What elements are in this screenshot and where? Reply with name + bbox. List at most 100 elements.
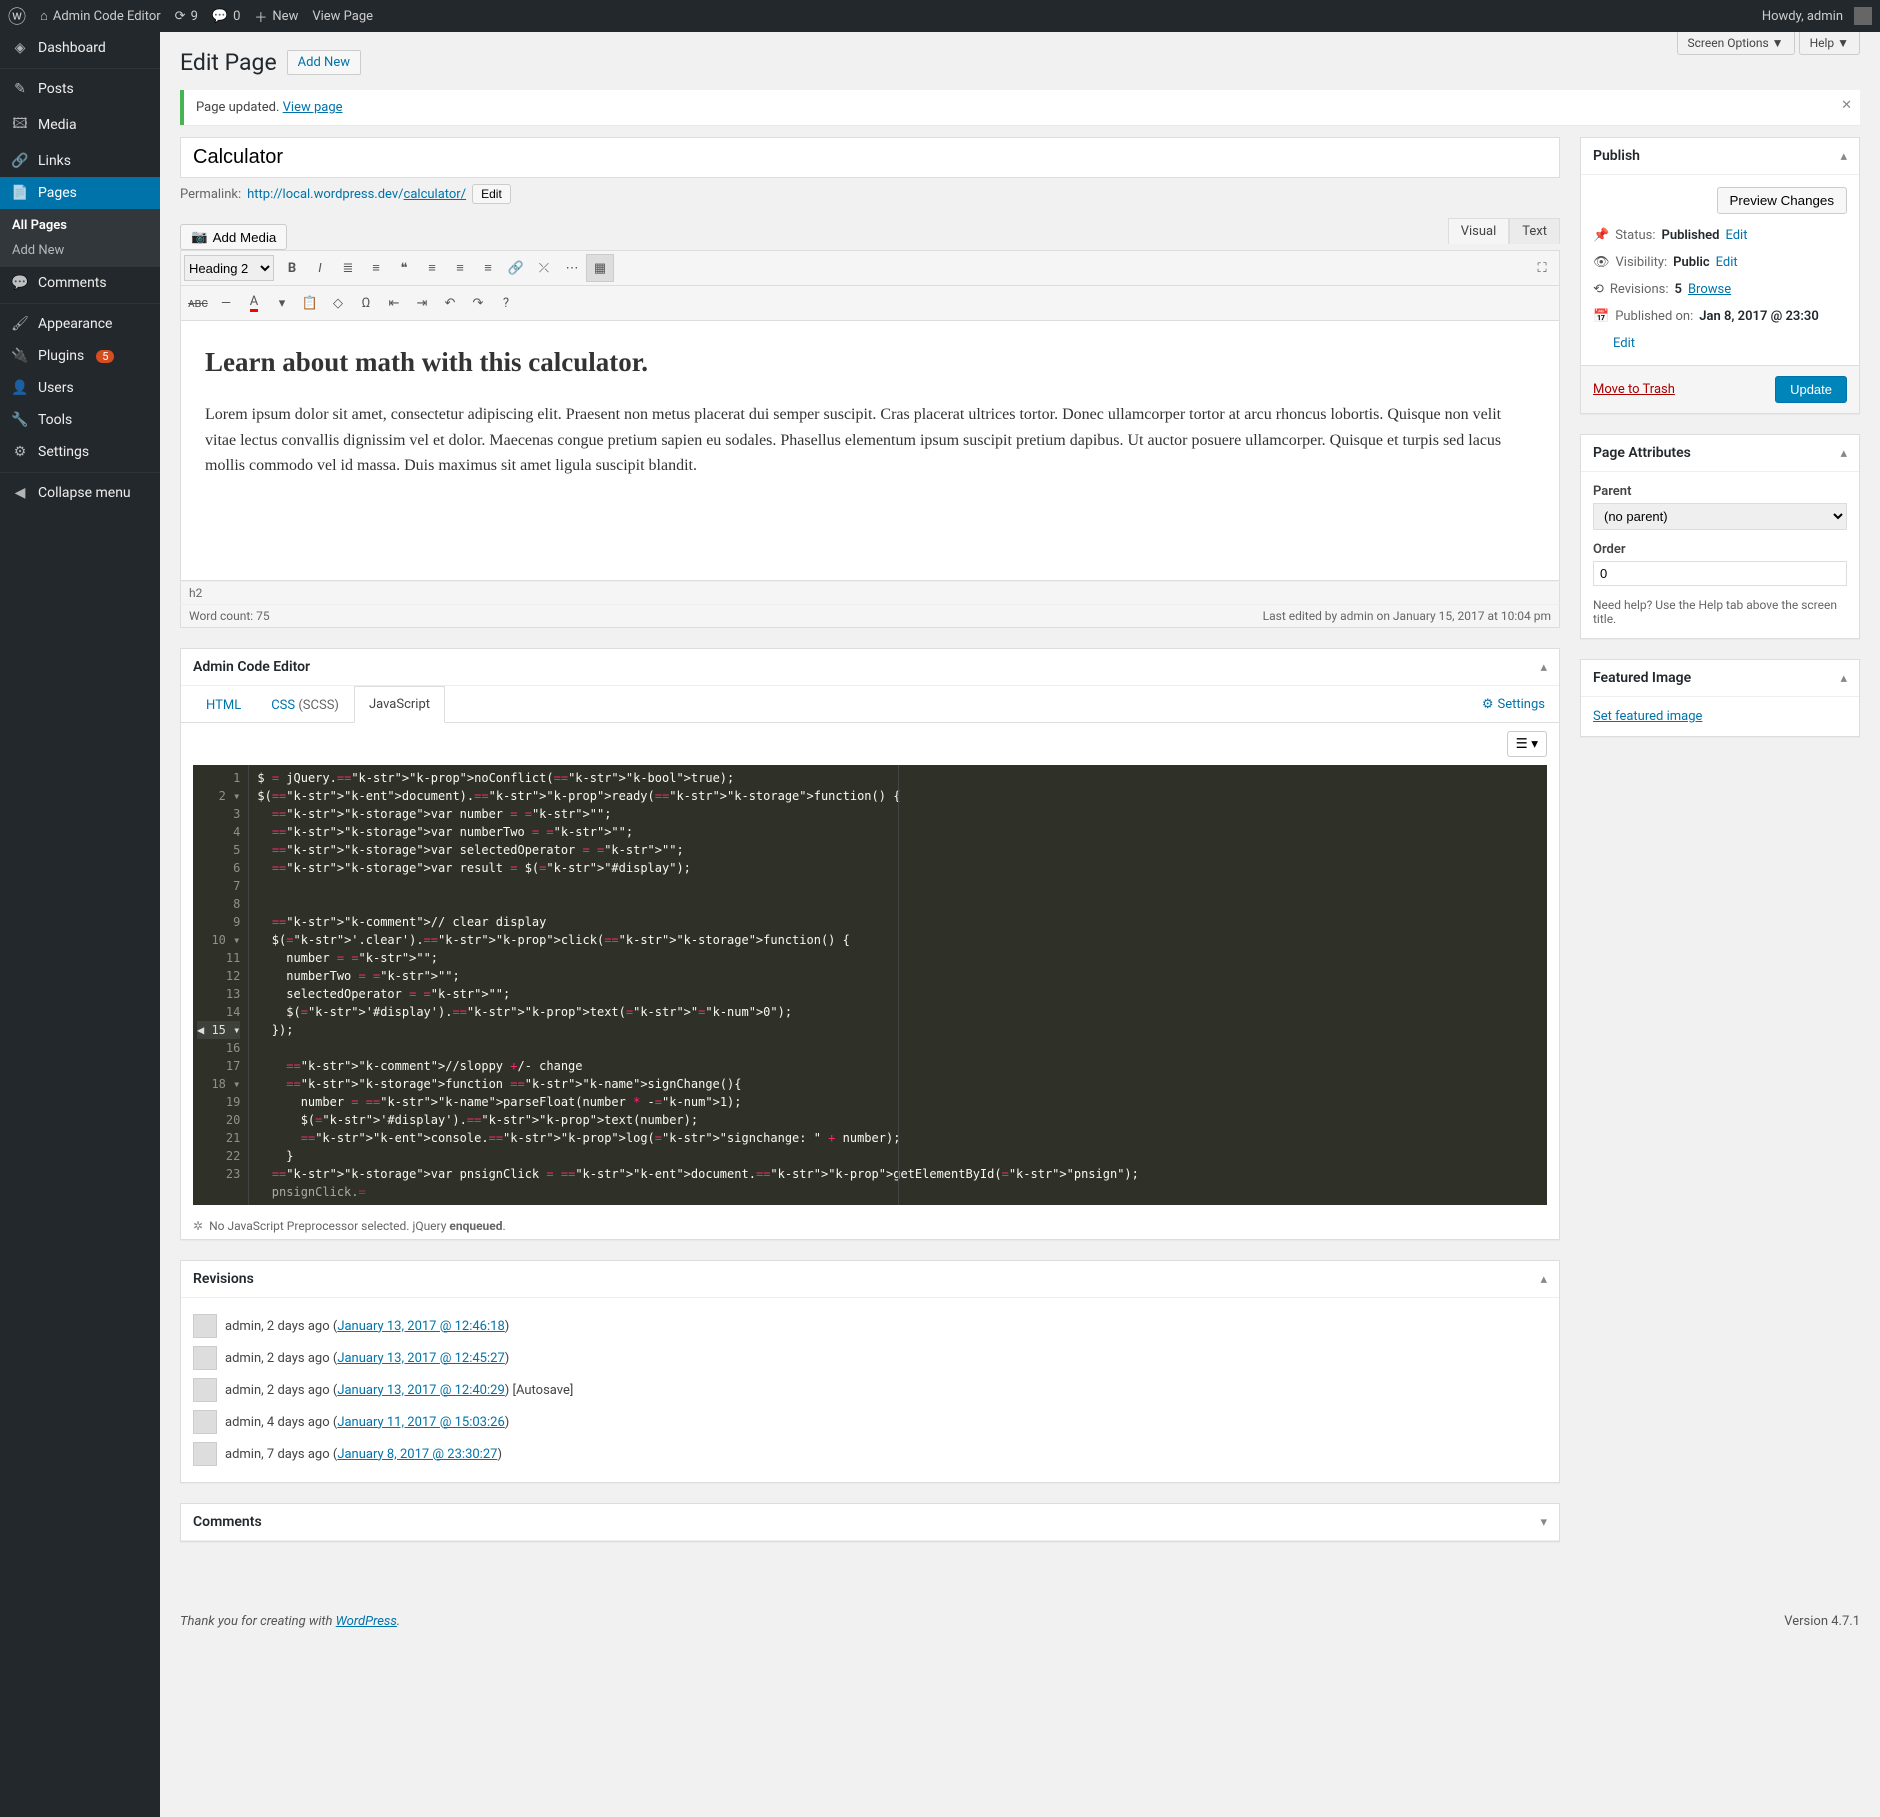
- gear-icon: ⚙: [1482, 697, 1494, 712]
- comments-icon: 💬: [10, 275, 30, 291]
- menu-appearance[interactable]: 🖌Appearance: [0, 308, 160, 340]
- revision-link[interactable]: January 11, 2017 @ 15:03:26: [337, 1415, 504, 1430]
- toggle-icon[interactable]: ▴: [1540, 1272, 1547, 1287]
- edit-visibility-link[interactable]: Edit: [1716, 255, 1738, 270]
- ace-tab-html[interactable]: HTML: [191, 687, 256, 723]
- menu-plugins[interactable]: 🔌Plugins5: [0, 340, 160, 372]
- parent-select[interactable]: (no parent): [1593, 503, 1847, 530]
- revision-link[interactable]: January 8, 2017 @ 23:30:27: [337, 1447, 497, 1462]
- toggle-icon[interactable]: ▴: [1840, 149, 1847, 164]
- screen-options-tab[interactable]: Screen Options ▼: [1677, 32, 1795, 55]
- redo-icon[interactable]: ↷: [464, 289, 492, 317]
- site-name[interactable]: ⌂Admin Code Editor: [40, 8, 161, 24]
- indent-icon[interactable]: ⇥: [408, 289, 436, 317]
- permalink-link[interactable]: http://local.wordpress.dev/calculator/: [247, 187, 466, 202]
- title-input[interactable]: [180, 137, 1560, 178]
- revision-item: admin, 4 days ago (January 11, 2017 @ 15…: [193, 1406, 1547, 1438]
- plugins-icon: 🔌: [10, 348, 30, 364]
- menu-media[interactable]: 🖾Media: [0, 105, 160, 145]
- special-char-icon[interactable]: Ω: [352, 289, 380, 317]
- help-icon[interactable]: ?: [492, 289, 520, 317]
- strike-icon[interactable]: ᴀʙᴄ: [184, 289, 212, 317]
- toggle-icon[interactable]: ▴: [1840, 446, 1847, 461]
- new-content[interactable]: ＋New: [254, 7, 298, 26]
- more-icon[interactable]: ⋯: [558, 254, 586, 282]
- text-tab[interactable]: Text: [1509, 218, 1560, 244]
- wp-logo[interactable]: ⓦ: [8, 3, 26, 29]
- quote-icon[interactable]: ❝: [390, 254, 418, 282]
- undo-icon[interactable]: ↶: [436, 289, 464, 317]
- menu-collapse[interactable]: ◀Collapse menu: [0, 477, 160, 509]
- textcolor-drop-icon[interactable]: ▾: [268, 289, 296, 317]
- add-new-button[interactable]: Add New: [287, 50, 361, 75]
- menu-settings[interactable]: ⚙Settings: [0, 436, 160, 468]
- avatar: [193, 1346, 217, 1370]
- outdent-icon[interactable]: ⇤: [380, 289, 408, 317]
- number-list-icon[interactable]: ≡: [362, 254, 390, 282]
- comments[interactable]: 💬0: [212, 9, 241, 24]
- revision-link[interactable]: January 13, 2017 @ 12:45:27: [337, 1351, 504, 1366]
- howdy-user[interactable]: Howdy, admin: [1762, 7, 1872, 25]
- menu-users[interactable]: 👤Users: [0, 372, 160, 404]
- toggle-icon[interactable]: ▴: [1840, 671, 1847, 686]
- menu-pages[interactable]: 📄Pages: [0, 177, 160, 209]
- update-button[interactable]: Update: [1775, 376, 1847, 403]
- updates[interactable]: ⟳9: [175, 9, 198, 24]
- paste-text-icon[interactable]: 📋: [296, 289, 324, 317]
- bullet-list-icon[interactable]: ≣: [334, 254, 362, 282]
- toolbar-toggle-icon[interactable]: ▦: [586, 254, 614, 282]
- align-right-icon[interactable]: ≡: [474, 254, 502, 282]
- footer-thanks: Thank you for creating with: [180, 1614, 336, 1629]
- attributes-help: Need help? Use the Help tab above the sc…: [1593, 598, 1847, 626]
- ace-tab-css[interactable]: CSS (SCSS): [256, 687, 354, 723]
- calendar-icon: 📅: [1593, 309, 1609, 324]
- preview-button[interactable]: Preview Changes: [1717, 187, 1847, 214]
- bold-icon[interactable]: B: [278, 254, 306, 282]
- browse-revisions-link[interactable]: Browse: [1688, 282, 1731, 297]
- align-center-icon[interactable]: ≡: [446, 254, 474, 282]
- ace-settings[interactable]: ⚙Settings: [1478, 687, 1549, 722]
- italic-icon[interactable]: I: [306, 254, 334, 282]
- revision-link[interactable]: January 13, 2017 @ 12:40:29: [337, 1383, 504, 1398]
- gear-icon: ✲: [193, 1219, 203, 1233]
- plus-icon: ＋: [254, 7, 267, 26]
- view-page[interactable]: View Page: [312, 9, 373, 24]
- ace-menu-button[interactable]: ☰ ▾: [1507, 731, 1547, 757]
- align-left-icon[interactable]: ≡: [418, 254, 446, 282]
- move-to-trash[interactable]: Move to Trash: [1593, 382, 1675, 397]
- link-icon[interactable]: 🔗: [502, 254, 530, 282]
- set-featured-image[interactable]: Set featured image: [1593, 709, 1702, 724]
- edit-status-link[interactable]: Edit: [1725, 228, 1747, 243]
- toggle-icon[interactable]: ▴: [1540, 660, 1547, 675]
- dismiss-icon[interactable]: ✕: [1841, 98, 1852, 113]
- fullscreen-icon[interactable]: ⛶: [1528, 254, 1556, 282]
- toggle-icon[interactable]: ▾: [1540, 1515, 1547, 1530]
- menu-comments[interactable]: 💬Comments: [0, 267, 160, 299]
- help-tab[interactable]: Help ▼: [1799, 32, 1860, 55]
- hr-icon[interactable]: —: [212, 289, 240, 317]
- submenu-add-new[interactable]: Add New: [0, 238, 160, 263]
- edit-slug-button[interactable]: Edit: [472, 184, 511, 204]
- wordpress-link[interactable]: WordPress: [336, 1614, 397, 1629]
- revision-link[interactable]: January 13, 2017 @ 12:46:18: [337, 1319, 504, 1334]
- textcolor-icon[interactable]: A: [240, 289, 268, 317]
- clear-formatting-icon[interactable]: ◇: [324, 289, 352, 317]
- menu-links[interactable]: 🔗Links: [0, 145, 160, 177]
- menu-posts[interactable]: ✎Posts: [0, 73, 160, 105]
- edit-date-link[interactable]: Edit: [1613, 336, 1635, 351]
- menu-dashboard[interactable]: ◈Dashboard: [0, 32, 160, 64]
- submenu-all-pages[interactable]: All Pages: [0, 213, 160, 238]
- heading-select[interactable]: Heading 2: [184, 255, 274, 281]
- ace-tab-js[interactable]: JavaScript: [354, 686, 445, 723]
- visual-tab[interactable]: Visual: [1448, 218, 1510, 244]
- view-page-link[interactable]: View page: [283, 100, 343, 115]
- word-count: Word count: 75: [189, 609, 270, 623]
- menu-tools[interactable]: 🔧Tools: [0, 404, 160, 436]
- order-input[interactable]: [1593, 561, 1847, 586]
- content-editor[interactable]: Learn about math with this calculator. L…: [180, 321, 1560, 581]
- add-media-button[interactable]: 📷Add Media: [180, 224, 287, 250]
- avatar: [193, 1410, 217, 1434]
- code-editor[interactable]: 1 2 ▾ 3 4 5 6 7 8 9 10 ▾ 11 12 13 14◀ 15…: [193, 765, 1547, 1205]
- comments-title: Comments: [193, 1514, 262, 1530]
- unlink-icon[interactable]: ⤫: [530, 254, 558, 282]
